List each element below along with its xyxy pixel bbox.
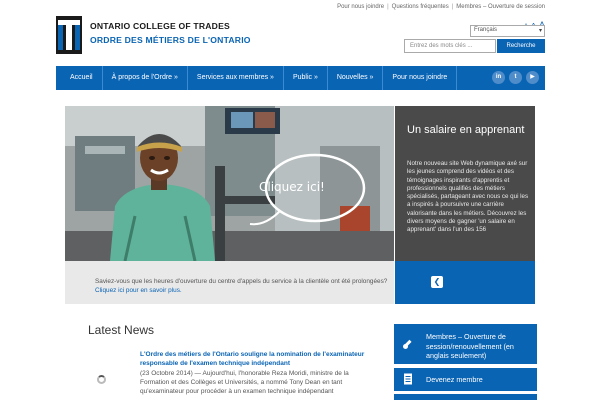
news-item-body: (23 Octobre 2014) — Aujourd'hui, l'honor… <box>140 370 349 395</box>
utility-link-member-login[interactable]: Membres – Ouverture de session <box>456 4 545 10</box>
nav-item-home[interactable]: Accueil <box>56 66 103 90</box>
language-select-value: Français <box>474 27 498 33</box>
become-member-button[interactable]: Devenez membre <box>394 368 537 391</box>
utility-links: Pour nous joindre | Questions fréquentes | M… <box>337 4 545 10</box>
chevron-down-icon: ▾ <box>538 28 542 34</box>
search-input[interactable]: Entrez des mots clés ... <box>404 39 496 53</box>
nav-item-news[interactable]: Nouvelles » <box>328 66 384 90</box>
hero-panel-text: Notre nouveau site Web dynamique axé sur… <box>407 160 529 234</box>
document-icon <box>404 373 412 385</box>
hero-side-panel[interactable]: Un salaire en apprenant Notre nouveau si… <box>395 106 535 261</box>
nav-item-about[interactable]: À propos de l'Ordre » <box>103 66 188 90</box>
brand-logo[interactable]: ONTARIO COLLEGE OF TRADES ORDRE DES MÉTI… <box>56 16 266 56</box>
brand-name-fr: ORDRE DES MÉTIERS DE L'ONTARIO <box>90 35 251 45</box>
search-button[interactable]: Recherche <box>497 39 545 53</box>
social-links: in t ▶ <box>492 71 539 84</box>
hero-photo <box>65 106 394 261</box>
youtube-icon[interactable]: ▶ <box>526 71 539 84</box>
logo-mark-icon <box>56 16 82 54</box>
info-bar-text: Saviez-vous que les heures d'ouverture d… <box>95 277 395 295</box>
previous-slide-icon[interactable]: ❮ <box>431 276 443 288</box>
language-select[interactable]: Français ▾ <box>470 25 545 37</box>
brand-name-en: ONTARIO COLLEGE OF TRADES <box>90 21 230 31</box>
utility-link-faq[interactable]: Questions fréquentes <box>392 4 449 10</box>
main-nav: Accueil À propos de l'Ordre » Services a… <box>56 66 545 90</box>
quick-link-button-partial[interactable] <box>394 394 537 400</box>
hero-panel-title: Un salaire en apprenant <box>407 124 525 136</box>
nav-item-public[interactable]: Public » <box>284 66 328 90</box>
wrench-icon <box>403 339 412 349</box>
news-heading: Latest News <box>88 323 155 337</box>
become-member-label: Devenez membre <box>426 375 483 384</box>
hero-banner[interactable]: Cliquez ici! <box>65 106 394 261</box>
info-bar-message: Saviez-vous que les heures d'ouverture d… <box>95 278 388 285</box>
loading-spinner-icon <box>97 375 106 384</box>
utility-link-contact[interactable]: Pour nous joindre <box>337 4 384 10</box>
info-bar-link[interactable]: Cliquez ici pour en savoir plus. <box>95 287 182 294</box>
slider-controls: ❮ <box>395 261 535 304</box>
member-login-button[interactable]: Membres – Ouverture de session/renouvell… <box>394 324 537 364</box>
linkedin-icon[interactable]: in <box>492 71 505 84</box>
info-bar: Saviez-vous que les heures d'ouverture d… <box>65 261 394 304</box>
nav-item-member-services[interactable]: Services aux membres » <box>188 66 284 90</box>
twitter-icon[interactable]: t <box>509 71 522 84</box>
news-item-title[interactable]: L'Ordre des métiers de l'Ontario soulign… <box>140 350 365 368</box>
hero-callout-text[interactable]: Cliquez ici! <box>259 180 325 194</box>
member-login-label: Membres – Ouverture de session/renouvell… <box>426 332 514 360</box>
nav-item-contact[interactable]: Pour nous joindre <box>383 66 458 90</box>
